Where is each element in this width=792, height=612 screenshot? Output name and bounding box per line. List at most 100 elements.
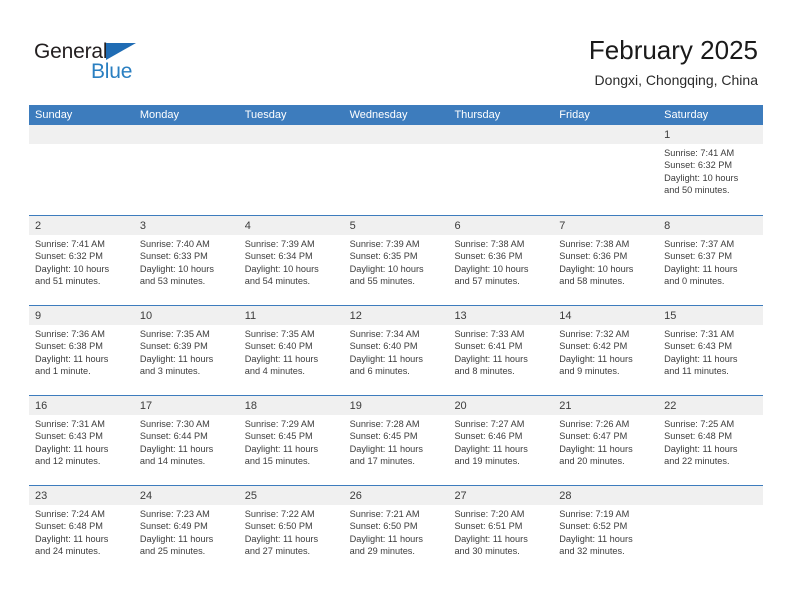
calendar-day-cell[interactable]: 24 Sunrise: 7:23 AM Sunset: 6:49 PM Dayligh… [133, 486, 239, 575]
day-number: 16 [35, 400, 48, 412]
calendar-day-cell[interactable]: 25 Sunrise: 7:22 AM Sunset: 6:50 PM Dayligh… [238, 486, 344, 575]
sunrise-time: Sunrise: 7:33 AM [454, 329, 525, 339]
daylight-duration-line2: and 14 minutes. [139, 456, 206, 467]
day-details: Sunrise: 7:27 AM Sunset: 6:46 PM Daylight:… [448, 415, 553, 468]
day-number-band: 14 [553, 306, 659, 325]
day-number: 10 [139, 310, 153, 322]
sunset-time: Sunset: 6:48 PM [664, 431, 733, 442]
day-details: Sunrise: 7:19 AM Sunset: 6:52 PM Daylight:… [553, 505, 658, 558]
sunset-time: Sunset: 6:48 PM [35, 521, 103, 532]
day-details: Sunrise: 7:29 AM Sunset: 6:45 PM Daylight:… [239, 415, 344, 468]
sunset-time: Sunset: 6:35 PM [349, 251, 418, 262]
daylight-duration-line2: and 6 minutes. [349, 366, 410, 377]
sunset-time: Sunset: 6:37 PM [664, 251, 733, 262]
calendar-day-cell[interactable]: 18 Sunrise: 7:29 AM Sunset: 6:45 PM Dayligh… [238, 396, 344, 485]
sunset-time: Sunset: 6:33 PM [139, 251, 208, 262]
day-number-band: 19 [343, 396, 449, 415]
logo-text-blue: Blue [91, 60, 133, 83]
day-number-band: 23 [29, 486, 134, 505]
calendar-day-cell[interactable]: 16 Sunrise: 7:31 AM Sunset: 6:43 PM Dayligh… [29, 396, 134, 485]
calendar-day-cell[interactable]: 21 Sunrise: 7:26 AM Sunset: 6:47 PM Dayligh… [553, 396, 659, 485]
daylight-duration-line1: Daylight: 10 hours [244, 263, 319, 274]
calendar-day-cell[interactable]: 15 Sunrise: 7:31 AM Sunset: 6:43 PM Dayligh… [658, 306, 764, 395]
sunset-time: Sunset: 6:49 PM [139, 521, 208, 532]
day-number: 19 [349, 400, 362, 412]
calendar-day-cell[interactable]: 13 Sunrise: 7:33 AM Sunset: 6:41 PM Dayligh… [448, 306, 554, 395]
day-details: Sunrise: 7:39 AM Sunset: 6:34 PM Daylight:… [239, 235, 344, 288]
daylight-duration-line1: Daylight: 11 hours [664, 263, 738, 274]
page-subtitle: Dongxi, Chongqing, China [594, 72, 758, 88]
day-number: 8 [664, 220, 671, 232]
sunrise-time: Sunrise: 7:19 AM [559, 509, 630, 519]
sunrise-time: Sunrise: 7:37 AM [664, 239, 735, 249]
day-number-band: 22 [658, 396, 764, 415]
calendar-day-cell[interactable]: 5 Sunrise: 7:39 AM Sunset: 6:35 PM Daylight… [343, 216, 449, 305]
sunset-time: Sunset: 6:32 PM [35, 251, 103, 262]
day-number-band: 21 [553, 396, 659, 415]
calendar-day-cell[interactable]: 12 Sunrise: 7:34 AM Sunset: 6:40 PM Dayligh… [343, 306, 449, 395]
calendar-day-cell[interactable]: 27 Sunrise: 7:20 AM Sunset: 6:51 PM Dayligh… [448, 486, 554, 575]
day-number-band [448, 125, 554, 144]
day-number: 14 [559, 310, 572, 322]
sunset-time: Sunset: 6:44 PM [139, 431, 208, 442]
calendar-day-cell[interactable]: 11 Sunrise: 7:35 AM Sunset: 6:40 PM Dayligh… [238, 306, 344, 395]
calendar-day-cell[interactable]: 19 Sunrise: 7:28 AM Sunset: 6:45 PM Dayligh… [343, 396, 449, 485]
calendar-day-cell[interactable]: 10 Sunrise: 7:35 AM Sunset: 6:39 PM Dayligh… [133, 306, 239, 395]
day-details: Sunrise: 7:25 AM Sunset: 6:48 PM Daylight:… [658, 415, 763, 468]
day-number: 13 [454, 310, 467, 322]
calendar-week-row: 16 Sunrise: 7:31 AM Sunset: 6:43 PM Dayligh… [29, 395, 764, 485]
day-number: 22 [664, 400, 677, 412]
daylight-duration-line1: Daylight: 11 hours [454, 533, 528, 544]
sunrise-time: Sunrise: 7:27 AM [454, 419, 525, 429]
calendar-day-cell[interactable]: 14 Sunrise: 7:32 AM Sunset: 6:42 PM Dayligh… [553, 306, 659, 395]
calendar-day-cell[interactable]: 26 Sunrise: 7:21 AM Sunset: 6:50 PM Dayligh… [343, 486, 449, 575]
calendar-day-cell[interactable]: 2 Sunrise: 7:41 AM Sunset: 6:32 PM Daylight… [29, 216, 134, 305]
daylight-duration-line1: Daylight: 10 hours [454, 263, 529, 274]
day-number: 6 [454, 220, 461, 232]
day-number-band: 27 [448, 486, 554, 505]
calendar-day-cell[interactable]: 20 Sunrise: 7:27 AM Sunset: 6:46 PM Dayligh… [448, 396, 554, 485]
calendar-day-cell-empty [553, 125, 659, 215]
calendar-day-cell[interactable]: 8 Sunrise: 7:37 AM Sunset: 6:37 PM Daylight… [658, 216, 764, 305]
day-number-band: 4 [238, 216, 344, 235]
daylight-duration-line2: and 0 minutes. [664, 276, 725, 287]
calendar-day-cell[interactable]: 9 Sunrise: 7:36 AM Sunset: 6:38 PM Daylight… [29, 306, 134, 395]
daylight-duration-line1: Daylight: 11 hours [664, 353, 738, 364]
daylight-duration-line1: Daylight: 11 hours [35, 533, 109, 544]
calendar-day-cell[interactable]: 6 Sunrise: 7:38 AM Sunset: 6:36 PM Daylight… [448, 216, 554, 305]
sunset-time: Sunset: 6:40 PM [349, 341, 418, 352]
sunrise-time: Sunrise: 7:32 AM [559, 329, 630, 339]
day-number-band: 15 [658, 306, 764, 325]
day-of-week-header-monday: Monday [139, 109, 179, 121]
calendar-day-cell[interactable]: 1 Sunrise: 7:41 AM Sunset: 6:32 PM Daylight… [658, 125, 764, 215]
calendar-day-cell[interactable]: 3 Sunrise: 7:40 AM Sunset: 6:33 PM Daylight… [133, 216, 239, 305]
general-blue-logo[interactable]: General Blue [34, 40, 154, 86]
sunrise-time: Sunrise: 7:26 AM [559, 419, 630, 429]
day-details: Sunrise: 7:41 AM Sunset: 6:32 PM Daylight:… [29, 235, 134, 288]
calendar-day-cell-empty [658, 486, 764, 575]
sunset-time: Sunset: 6:51 PM [454, 521, 523, 532]
calendar-day-cell[interactable]: 22 Sunrise: 7:25 AM Sunset: 6:48 PM Dayligh… [658, 396, 764, 485]
day-details: Sunrise: 7:26 AM Sunset: 6:47 PM Daylight:… [553, 415, 658, 468]
calendar-day-cell[interactable]: 17 Sunrise: 7:30 AM Sunset: 6:44 PM Dayligh… [133, 396, 239, 485]
calendar-day-cell[interactable]: 7 Sunrise: 7:38 AM Sunset: 6:36 PM Daylight… [553, 216, 659, 305]
day-number: 20 [454, 400, 467, 412]
calendar-day-cell[interactable]: 4 Sunrise: 7:39 AM Sunset: 6:34 PM Daylight… [238, 216, 344, 305]
day-details: Sunrise: 7:24 AM Sunset: 6:48 PM Daylight:… [29, 505, 134, 558]
day-details: Sunrise: 7:33 AM Sunset: 6:41 PM Daylight:… [448, 325, 553, 378]
daylight-duration-line1: Daylight: 11 hours [139, 443, 214, 454]
calendar-day-cell[interactable]: 28 Sunrise: 7:19 AM Sunset: 6:52 PM Dayligh… [553, 486, 659, 575]
calendar-day-cell[interactable]: 23 Sunrise: 7:24 AM Sunset: 6:48 PM Dayligh… [29, 486, 134, 575]
calendar-week-row: 1 Sunrise: 7:41 AM Sunset: 6:32 PM Daylight… [29, 125, 764, 215]
day-details: Sunrise: 7:37 AM Sunset: 6:37 PM Daylight:… [658, 235, 763, 288]
sunrise-time: Sunrise: 7:24 AM [35, 509, 105, 519]
day-number-band: 28 [553, 486, 659, 505]
day-number-band: 9 [29, 306, 134, 325]
sunrise-time: Sunrise: 7:31 AM [35, 419, 105, 429]
daylight-duration-line2: and 24 minutes. [35, 546, 101, 557]
day-details: Sunrise: 7:39 AM Sunset: 6:35 PM Daylight:… [344, 235, 449, 288]
daylight-duration-line1: Daylight: 11 hours [244, 533, 319, 544]
day-number: 4 [244, 220, 251, 232]
daylight-duration-line2: and 12 minutes. [35, 456, 101, 467]
calendar-day-cell-empty [448, 125, 554, 215]
